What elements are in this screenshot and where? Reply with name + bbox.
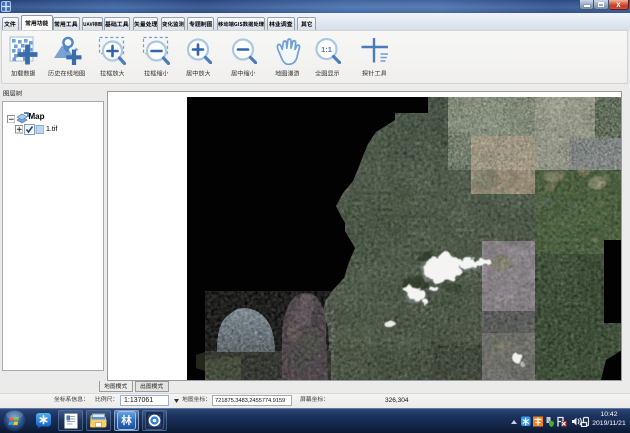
svg-text:1:1: 1:1 xyxy=(321,45,332,54)
